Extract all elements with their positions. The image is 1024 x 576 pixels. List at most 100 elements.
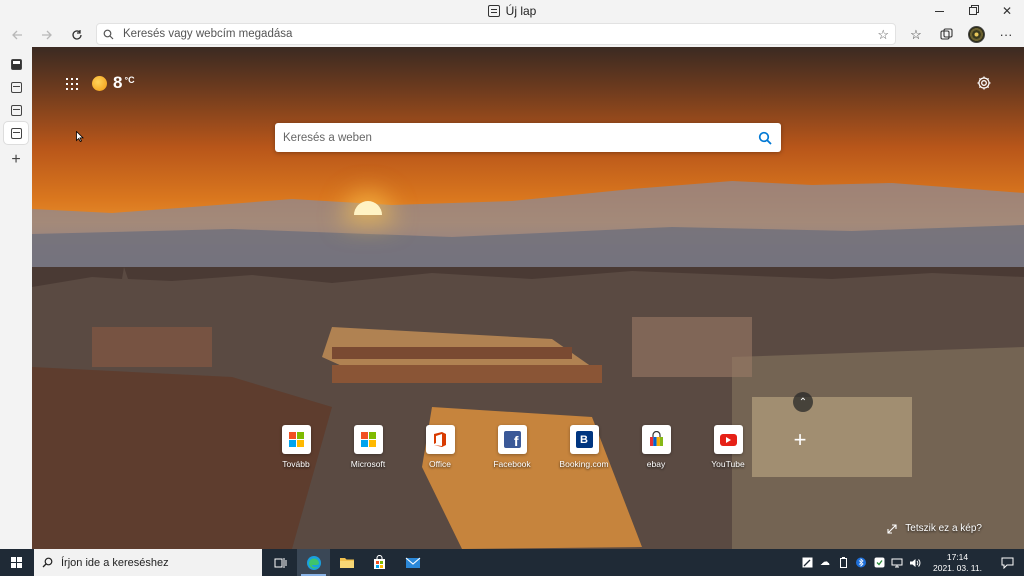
quick-link-label: Booking.com	[559, 459, 609, 469]
windows-logo-icon	[11, 556, 23, 569]
taskbar-mail[interactable]	[396, 549, 429, 576]
vertical-tab-1[interactable]	[4, 76, 28, 98]
vertical-tab-active[interactable]	[4, 122, 28, 144]
edge-browser-window: Új lap ✕ ☆ ☆	[0, 0, 1024, 576]
add-quick-link-button[interactable]: +	[786, 425, 815, 454]
quick-link-tile[interactable]	[425, 425, 455, 454]
window-controls: ✕	[922, 0, 1024, 22]
quick-link-tile[interactable]: B	[569, 425, 599, 454]
toolbar-right: ☆ ···	[904, 22, 1018, 47]
taskbar-search-box[interactable]: Írjon ide a kereséshez	[34, 549, 262, 576]
weather-widget[interactable]: 8 °C	[92, 73, 135, 93]
settings-menu-button[interactable]: ···	[994, 23, 1018, 47]
quick-link-label: Facebook	[493, 459, 531, 469]
store-icon	[374, 555, 385, 569]
quick-link-microsoft[interactable]: Microsoft	[332, 425, 404, 469]
favorites-button[interactable]: ☆	[904, 23, 928, 47]
collections-icon	[939, 28, 953, 40]
quick-link-tovabb[interactable]: Tovább	[260, 425, 332, 469]
profile-button[interactable]	[964, 23, 988, 47]
restore-button[interactable]	[956, 0, 990, 22]
quick-link-tile[interactable]	[281, 425, 311, 454]
vertical-tabs-toggle[interactable]	[4, 53, 28, 75]
facebook-logo-icon: f	[503, 431, 521, 448]
apps-launcher-icon[interactable]	[66, 78, 78, 90]
close-button[interactable]: ✕	[990, 0, 1024, 22]
booking-logo-icon: B	[575, 431, 593, 448]
taskbar-file-explorer[interactable]	[330, 549, 363, 576]
address-bar[interactable]: ☆	[96, 23, 896, 45]
gear-icon	[977, 76, 991, 90]
action-center-button[interactable]	[994, 549, 1020, 576]
sunny-icon	[92, 75, 107, 91]
clock-time: 17:14	[946, 551, 969, 562]
new-tab-page: 8 °C ⌃ Tovább Microsoft	[32, 47, 1024, 549]
restore-icon	[969, 7, 977, 15]
taskbar-store[interactable]	[363, 549, 396, 576]
web-search-input[interactable]	[283, 131, 749, 144]
refresh-icon	[72, 30, 82, 40]
quick-link-label: ebay	[646, 459, 666, 469]
start-button[interactable]	[0, 549, 34, 576]
expand-icon	[887, 523, 897, 534]
microsoft-logo-icon	[288, 432, 304, 447]
quick-link-office[interactable]: Office	[404, 425, 476, 469]
more-icon: ···	[999, 27, 1013, 42]
address-input[interactable]	[123, 28, 823, 40]
like-image-text: Tetszik ez a kép?	[905, 523, 982, 534]
task-view-button[interactable]	[264, 549, 297, 576]
quick-link-facebook[interactable]: f Facebook	[476, 425, 548, 469]
back-arrow-icon	[12, 30, 22, 40]
minimize-button[interactable]	[922, 0, 956, 22]
quick-link-ebay[interactable]: ebay	[620, 425, 692, 469]
onedrive-icon[interactable]: ☁	[819, 557, 831, 569]
like-image-link[interactable]: Tetszik ez a kép?	[887, 523, 982, 534]
collections-button[interactable]	[934, 23, 958, 47]
volume-icon[interactable]	[909, 557, 921, 569]
background-mountains	[32, 181, 1024, 269]
taskbar-edge[interactable]	[297, 549, 330, 576]
quick-link-tile[interactable]	[641, 425, 671, 454]
microsoft-logo-icon	[360, 432, 376, 447]
back-button[interactable]	[6, 24, 28, 46]
pen-workspace-icon[interactable]	[801, 557, 813, 569]
forward-arrow-icon	[42, 30, 52, 40]
bluetooth-icon[interactable]	[855, 557, 867, 569]
network-icon[interactable]	[891, 557, 903, 569]
new-tab-page-icon	[10, 81, 22, 93]
web-search-box[interactable]	[275, 123, 781, 152]
quick-links: Tovább Microsoft Office f Facebook B Boo…	[260, 425, 836, 469]
search-icon	[758, 131, 772, 145]
notification-icon	[1001, 557, 1013, 569]
quick-link-tile[interactable]	[713, 425, 743, 454]
forward-button[interactable]	[36, 24, 58, 46]
quick-link-tile[interactable]: f	[497, 425, 527, 454]
clock[interactable]: 17:14 2021. 03. 11.	[933, 552, 982, 574]
close-icon: ✕	[1001, 4, 1013, 18]
quick-link-booking[interactable]: B Booking.com	[548, 425, 620, 469]
quick-link-label: Office	[428, 459, 452, 469]
title-bar: Új lap ✕	[0, 0, 1024, 22]
refresh-button[interactable]	[66, 24, 88, 46]
quick-link-youtube[interactable]: YouTube	[692, 425, 764, 469]
security-icon[interactable]	[873, 557, 885, 569]
chevron-up-icon: ⌃	[798, 396, 808, 408]
add-favorite-icon[interactable]: ☆	[877, 27, 889, 43]
web-search-button[interactable]	[749, 131, 781, 145]
window-title-text: Új lap	[505, 4, 537, 18]
edge-icon	[306, 555, 321, 570]
vertical-tab-2[interactable]	[4, 99, 28, 121]
battery-icon[interactable]	[837, 557, 849, 569]
system-tray: ☁ 17:14 2021. 03. 11.	[801, 549, 1024, 576]
new-tab-icon	[487, 5, 500, 17]
mouse-cursor-icon	[76, 131, 84, 142]
tab-actions-icon	[10, 58, 22, 70]
collapse-quick-links-button[interactable]: ⌃	[793, 392, 813, 412]
quick-link-label: YouTube	[711, 459, 745, 469]
quick-link-tile[interactable]	[353, 425, 383, 454]
search-icon	[42, 557, 53, 568]
add-tab-button[interactable]: +	[6, 151, 26, 169]
ebay-logo-icon	[649, 431, 663, 446]
add-quick-link[interactable]: +	[764, 425, 836, 469]
page-settings-button[interactable]	[976, 75, 992, 91]
